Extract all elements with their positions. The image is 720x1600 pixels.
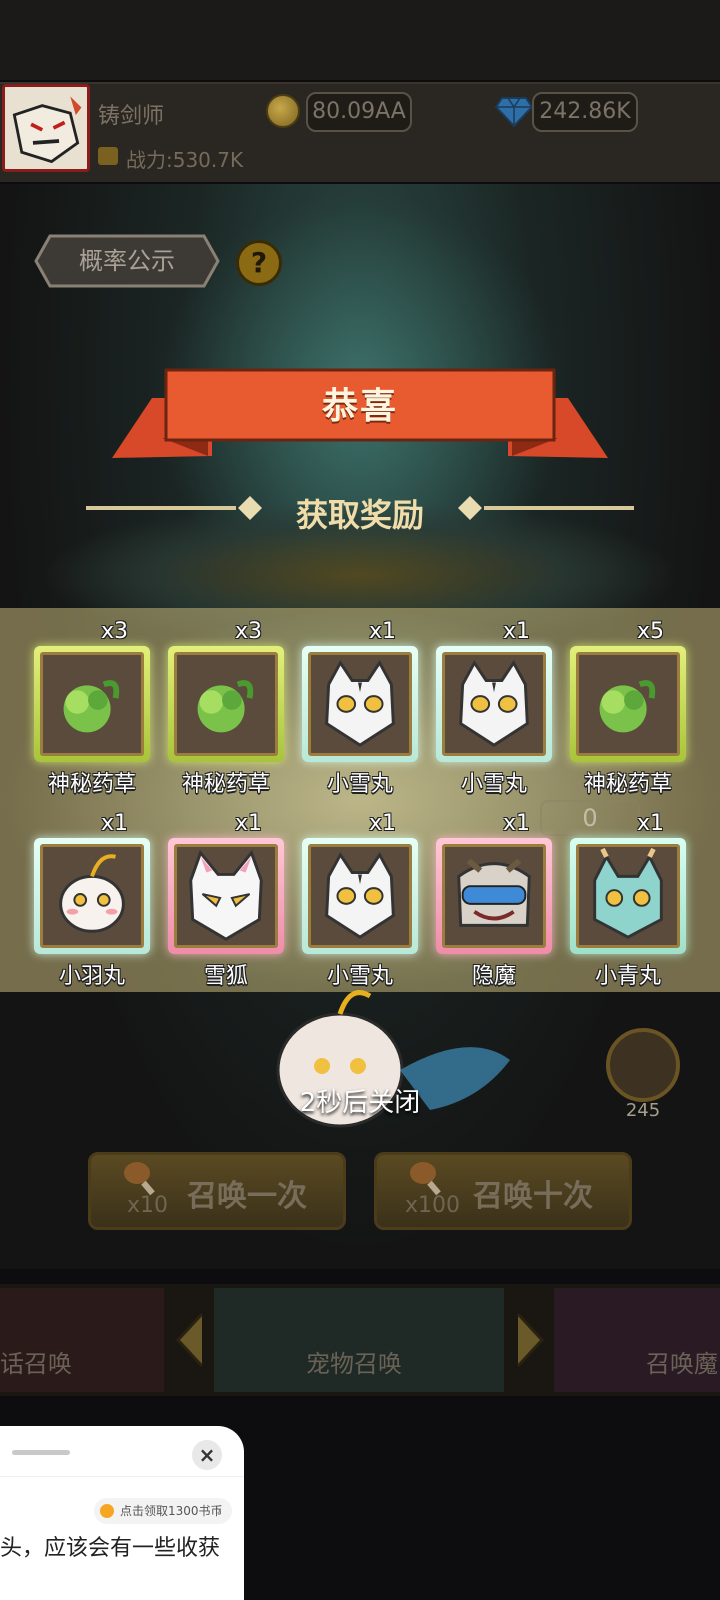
combat-power: 战力:530.7K [126, 148, 244, 172]
item-name: 小羽丸 [58, 964, 125, 989]
item-name: 小青丸 [594, 964, 661, 989]
close-icon[interactable]: × [192, 1440, 222, 1470]
background-counter: 0 [540, 800, 640, 836]
item-name: 神秘药草 [583, 772, 672, 797]
status-area [0, 0, 720, 80]
rarity-frame [570, 838, 686, 954]
summon-once-button[interactable]: x10 召唤一次 [88, 1152, 346, 1230]
tab-demon-summon[interactable]: 召唤魔 [554, 1288, 720, 1392]
help-icon[interactable]: ? [236, 240, 282, 286]
item-quantity: x1 [502, 619, 530, 644]
sheet-message: 头，应该会有一些收获 [0, 1536, 221, 1561]
congrats-title: 恭喜 [321, 386, 398, 427]
item-quantity: x1 [100, 811, 128, 836]
rarity-frame [34, 838, 150, 954]
coin-icon [100, 1504, 114, 1518]
herb-icon [63, 680, 120, 733]
rarity-frame [570, 646, 686, 762]
chevron-right-icon[interactable] [512, 1310, 548, 1370]
tab-label: 宠物召唤 [306, 1350, 402, 1378]
item-quantity: x1 [234, 811, 262, 836]
game-screen: 铸剑师 战力:530.7K 80.09AA 242.86K 概率公示 ? 恭喜 … [0, 0, 720, 1600]
summon-ten-button[interactable]: x100 召唤十次 [374, 1152, 632, 1230]
gold-coin-icon [266, 94, 300, 128]
white-cat-icon [325, 660, 395, 747]
item-name: 小雪丸 [326, 964, 393, 989]
rarity-frame [168, 838, 284, 954]
summon-once-cost: x10 [127, 1193, 169, 1218]
feather-cat-icon [59, 854, 125, 933]
power-icon [98, 147, 118, 165]
tab-pet-summon[interactable]: 宠物召唤 [214, 1288, 504, 1392]
sheet-divider [0, 1476, 244, 1477]
drumstick-icon [124, 1162, 155, 1196]
item-quantity: x1 [368, 619, 396, 644]
summon-once-label: 召唤一次 [187, 1179, 307, 1214]
gem-amount[interactable]: 242.86K [532, 92, 638, 132]
chevron-right-icon: › [216, 1503, 222, 1519]
herb-icon [599, 680, 656, 733]
tab-story-summon[interactable]: 话召唤 [0, 1288, 164, 1392]
avatar-portrait-icon [5, 87, 87, 169]
reward-title: 获取奖励 [295, 496, 424, 534]
sheet-drag-handle[interactable] [12, 1450, 70, 1455]
herb-stock-count: 245 [625, 1100, 661, 1121]
summon-ten-label: 召唤十次 [473, 1179, 593, 1214]
drumstick-icon [410, 1162, 441, 1196]
player-name: 铸剑师 [98, 104, 165, 129]
chevron-left-icon[interactable] [172, 1310, 208, 1370]
item-name: 雪狐 [203, 964, 248, 989]
rarity-frame [302, 838, 418, 954]
item-name: 隐魔 [471, 964, 516, 989]
rarity-frame [302, 646, 418, 762]
probability-label: 概率公示 [79, 247, 175, 275]
white-cat-icon [459, 660, 529, 747]
herb-stock-icon[interactable] [606, 1028, 680, 1102]
tab-label: 召唤魔 [646, 1350, 718, 1378]
item-quantity: x1 [502, 811, 530, 836]
gold-amount[interactable]: 80.09AA [306, 92, 412, 132]
item-quantity: x1 [636, 811, 664, 836]
rarity-frame [168, 646, 284, 762]
probability-button[interactable]: 概率公示 [34, 232, 220, 290]
item-name: 神秘药草 [47, 772, 136, 797]
herb-icon [197, 680, 254, 733]
rarity-frame [436, 838, 552, 954]
teal-dragon-icon [593, 847, 663, 939]
summon-ten-cost: x100 [405, 1193, 461, 1218]
snow-fox-icon [189, 849, 263, 941]
claim-coins-button[interactable]: 点击领取1300书币 [94, 1498, 232, 1524]
rarity-frame [34, 646, 150, 762]
diamond-icon [494, 97, 534, 128]
rarity-frame [436, 646, 552, 762]
item-quantity: x3 [234, 619, 262, 644]
item-quantity: x5 [636, 619, 664, 644]
item-name: 神秘药草 [181, 772, 270, 797]
tab-label: 话召唤 [0, 1350, 72, 1378]
hidden-demon-icon [457, 858, 531, 927]
white-cat-icon [325, 852, 395, 939]
item-name: 小雪丸 [326, 772, 393, 797]
player-avatar[interactable] [2, 84, 90, 172]
item-name: 小雪丸 [460, 772, 527, 797]
item-quantity: x1 [368, 811, 396, 836]
item-quantity: x3 [100, 619, 128, 644]
